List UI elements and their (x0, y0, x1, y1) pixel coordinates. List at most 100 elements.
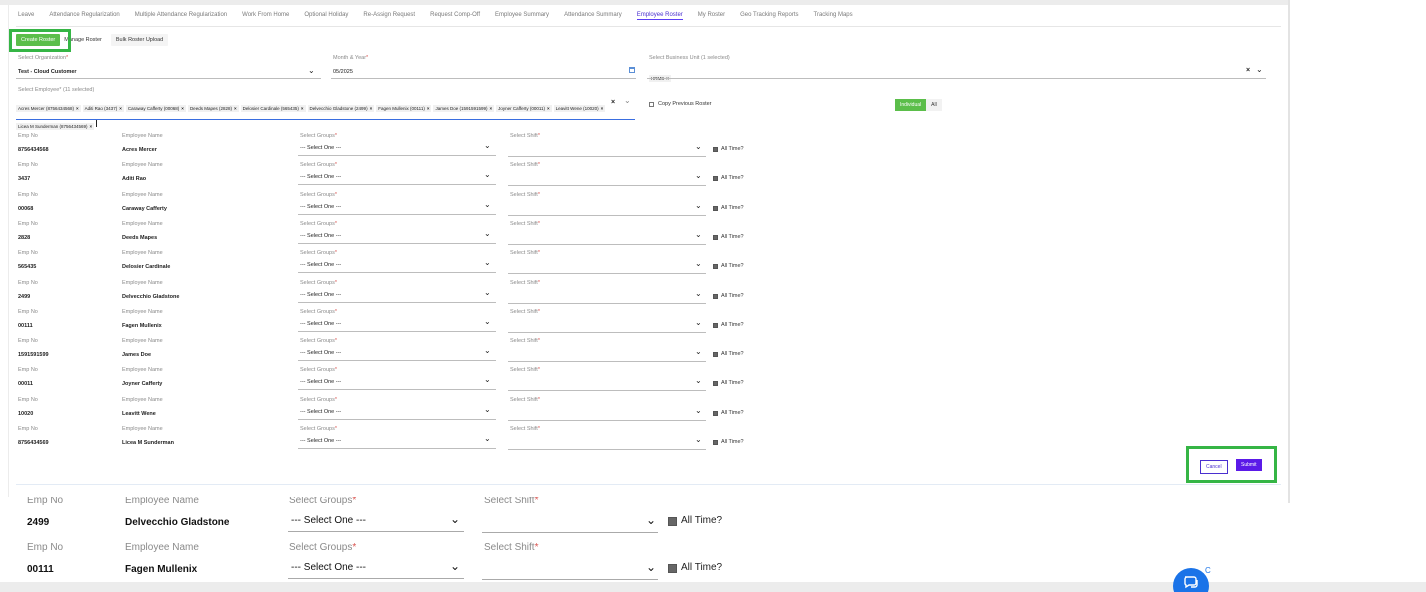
groups-chevron-down-icon[interactable]: ⌄ (484, 347, 491, 355)
tab-attendance-summary[interactable]: Attendance Summary (564, 12, 622, 18)
groups-select[interactable]: --- Select One --- (300, 409, 341, 415)
tab-my-roster[interactable]: My Roster (698, 12, 725, 18)
groups-chevron-down-icon[interactable]: ⌄ (484, 200, 491, 209)
zoom-all-time-checkbox[interactable] (668, 517, 677, 526)
groups-chevron-down-icon[interactable]: ⌄ (484, 435, 491, 443)
shift-chevron-down-icon[interactable]: ⌄ (695, 260, 702, 268)
all-option[interactable]: All (926, 99, 942, 111)
groups-select[interactable]: --- Select One --- (300, 204, 341, 210)
chip-remove-icon[interactable]: × (547, 106, 550, 111)
individual-option[interactable]: Individual (895, 99, 927, 111)
groups-chevron-down-icon[interactable]: ⌄ (484, 317, 491, 326)
all-time-checkbox[interactable] (713, 293, 718, 299)
shift-chevron-down-icon[interactable]: ⌄ (695, 377, 702, 385)
org-chevron-down-icon[interactable]: ⌄ (308, 67, 315, 75)
employee-chip[interactable]: Caraway Cafferty (00068) × (125, 105, 186, 112)
employee-chip[interactable]: Leavitt Wene (10020) × (553, 105, 606, 112)
all-time-checkbox[interactable] (713, 440, 718, 445)
chip-remove-icon[interactable]: × (427, 106, 430, 111)
all-time-checkbox[interactable] (713, 176, 718, 182)
all-time-checkbox[interactable] (713, 322, 718, 328)
zoom-all-time-checkbox[interactable] (668, 564, 677, 573)
employee-chip[interactable]: Licea M Sunderman (8756434569) × (16, 123, 95, 130)
shift-chevron-down-icon[interactable]: ⌄ (695, 289, 702, 298)
all-time-label: All Time? (721, 263, 744, 270)
groups-chevron-down-icon[interactable]: ⌄ (484, 288, 491, 297)
groups-chevron-down-icon[interactable]: ⌄ (484, 405, 491, 414)
tab-leave[interactable]: Leave (18, 12, 34, 18)
groups-select[interactable]: --- Select One --- (300, 262, 341, 268)
all-time-checkbox[interactable] (713, 410, 718, 416)
chip-remove-icon[interactable]: × (490, 106, 493, 111)
groups-select[interactable]: --- Select One --- (300, 233, 341, 239)
all-time-checkbox[interactable] (713, 234, 718, 240)
tab-employee-summary[interactable]: Employee Summary (495, 12, 549, 18)
shift-chevron-down-icon[interactable]: ⌄ (695, 318, 702, 327)
tab-re-assign-request[interactable]: Re-Assign Request (363, 12, 415, 18)
employee-chip[interactable]: Deeds Mapes (2828) × (187, 105, 239, 112)
chip-remove-icon[interactable]: × (370, 106, 373, 111)
bu-clear-icon[interactable]: × (1246, 67, 1250, 74)
employee-clear-icon[interactable]: × (611, 99, 615, 106)
tab-tracking-maps[interactable]: Tracking Maps (814, 12, 853, 18)
chip-remove-icon[interactable]: × (601, 106, 604, 111)
groups-select[interactable]: --- Select One --- (300, 379, 341, 385)
zoom-groups-chevron-down-icon[interactable]: ⌄ (450, 559, 460, 573)
zoom-groups-select[interactable]: --- Select One --- (291, 515, 366, 526)
shift-chevron-down-icon[interactable]: ⌄ (695, 348, 702, 356)
tab-multiple-attendance-regularization[interactable]: Multiple Attendance Regularization (135, 12, 227, 18)
tab-geo-tracking-reports[interactable]: Geo Tracking Reports (740, 12, 798, 18)
all-time-checkbox[interactable] (713, 264, 718, 270)
shift-chevron-down-icon[interactable]: ⌄ (695, 406, 702, 415)
tab-employee-roster[interactable]: Employee Roster (637, 12, 683, 18)
employee-chip[interactable]: Aditi Rao (3437) × (82, 105, 124, 112)
all-time-checkbox[interactable] (713, 352, 718, 358)
tab-optional-holiday[interactable]: Optional Holiday (304, 12, 348, 18)
month-value[interactable]: 05/2025 (333, 69, 353, 75)
employee-chip[interactable]: Delvecchio Gladstone (2499) × (307, 105, 375, 112)
zoom-shift-chevron-down-icon[interactable]: ⌄ (646, 513, 656, 527)
groups-chevron-down-icon[interactable]: ⌄ (484, 259, 491, 267)
chip-remove-icon[interactable]: × (90, 124, 93, 129)
groups-chevron-down-icon[interactable]: ⌄ (484, 229, 491, 238)
shift-chevron-down-icon[interactable]: ⌄ (695, 143, 702, 151)
shift-chevron-down-icon[interactable]: ⌄ (695, 436, 702, 444)
groups-select[interactable]: --- Select One --- (300, 321, 341, 327)
employee-chip[interactable]: Joyner Cafferty (00011) × (496, 105, 552, 112)
groups-select[interactable]: --- Select One --- (300, 438, 341, 444)
chip-remove-icon[interactable]: × (301, 106, 304, 111)
groups-chevron-down-icon[interactable]: ⌄ (484, 171, 491, 179)
org-value[interactable]: Test - Cloud Customer (18, 69, 77, 75)
chip-remove-icon[interactable]: × (119, 106, 122, 111)
all-time-checkbox[interactable] (713, 205, 718, 211)
chip-remove-icon[interactable]: × (181, 106, 184, 111)
employee-chevron-down-icon[interactable]: ⌄ (624, 97, 631, 105)
groups-select[interactable]: --- Select One --- (300, 350, 341, 356)
all-time-checkbox[interactable] (713, 381, 718, 387)
chip-remove-icon[interactable]: × (234, 106, 237, 111)
employee-chip[interactable]: Acres Mercer (8756434568) × (16, 105, 81, 112)
bu-chevron-down-icon[interactable]: ⌄ (1256, 66, 1263, 74)
employee-chip[interactable]: James Doe (1591591599) × (433, 105, 495, 112)
shift-chevron-down-icon[interactable]: ⌄ (695, 201, 702, 210)
tab-request-comp-off[interactable]: Request Comp-Off (430, 12, 480, 18)
groups-select[interactable]: --- Select One --- (300, 145, 341, 151)
calendar-icon[interactable] (629, 67, 635, 73)
groups-chevron-down-icon[interactable]: ⌄ (484, 142, 491, 150)
shift-chevron-down-icon[interactable]: ⌄ (695, 172, 702, 180)
zoom-groups-select[interactable]: --- Select One --- (291, 562, 366, 573)
employee-chip[interactable]: Delosier Cardinale (565435) × (240, 105, 306, 112)
zoom-shift-chevron-down-icon[interactable]: ⌄ (646, 560, 656, 574)
groups-chevron-down-icon[interactable]: ⌄ (484, 376, 491, 384)
all-time-checkbox[interactable] (713, 147, 718, 152)
employee-chip[interactable]: Fagen Mullenix (00111) × (376, 105, 432, 112)
tab-work-from-home[interactable]: Work From Home (242, 12, 289, 18)
zoom-groups-chevron-down-icon[interactable]: ⌄ (450, 512, 460, 526)
shift-chevron-down-icon[interactable]: ⌄ (695, 230, 702, 239)
groups-select[interactable]: --- Select One --- (300, 292, 341, 298)
groups-select[interactable]: --- Select One --- (300, 174, 341, 180)
tab-attendance-regularization[interactable]: Attendance Regularization (49, 12, 119, 18)
bulk-roster-upload-tab[interactable]: Bulk Roster Upload (110, 34, 169, 46)
copy-roster-checkbox[interactable] (649, 102, 654, 107)
chip-remove-icon[interactable]: × (76, 106, 79, 111)
